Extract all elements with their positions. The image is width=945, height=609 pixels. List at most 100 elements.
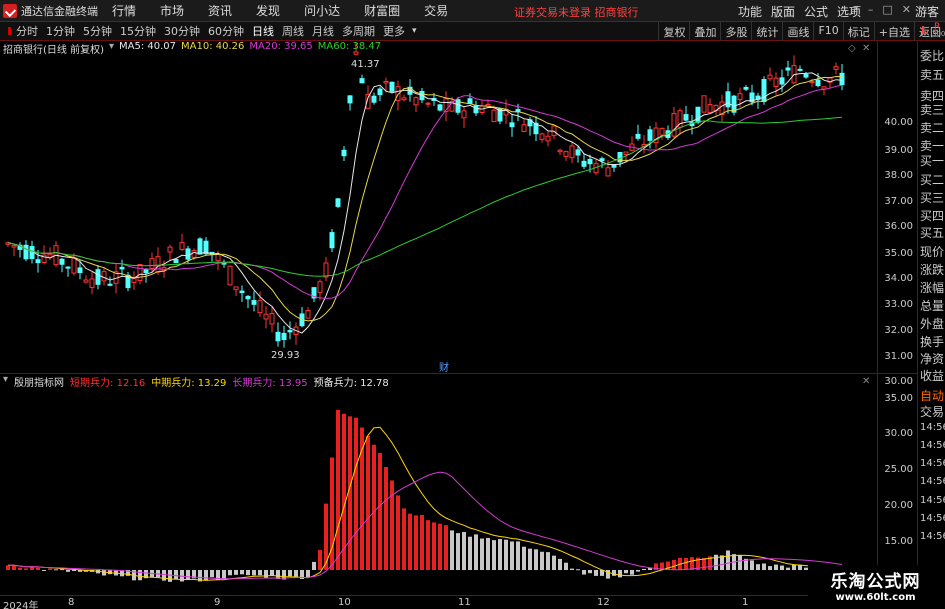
period-tab[interactable]: 周线 [281,23,305,39]
menu-item-discover[interactable]: 发现 [256,2,280,19]
chevron-down-icon[interactable]: ▾ [412,26,417,36]
side-panel-item[interactable]: 收益 [920,367,944,384]
kline-chart-panel[interactable]: 招商银行(日线 前复权) ▾ MA5: 40.07 MA10: 40.26 MA… [0,41,877,374]
side-panel-item[interactable]: 买四 [920,207,944,224]
candle [83,275,89,283]
side-panel-item[interactable]: 14:56 [920,440,945,451]
multi-stock-button[interactable]: 多股 [720,22,751,41]
side-panel-item[interactable]: 买三 [920,189,944,206]
side-panel-item[interactable]: 买一 [920,152,944,169]
period-tab[interactable]: 15分钟 [119,23,157,39]
side-panel-item[interactable]: 买二 [920,171,944,188]
side-panel-item[interactable]: 买五 [920,224,944,241]
period-tab[interactable]: 60分钟 [207,23,245,39]
menu-icon[interactable]: ≡ [850,3,859,16]
candle [341,146,347,162]
draw-line-button[interactable]: 画线 [782,22,813,41]
candle [347,95,353,111]
guest-user[interactable]: 游客 [915,3,939,20]
candle [227,265,233,286]
side-panel-item[interactable]: 卖三 [920,101,944,118]
ma60-label: MA60: 38.47 [317,41,382,52]
period-tab-daily[interactable]: 日线 [251,23,275,39]
candle [749,84,755,106]
candle [725,82,731,114]
force-bar [480,538,484,570]
side-panel-item[interactable]: 净资 [920,350,944,367]
add-watchlist-button[interactable]: +自选 [873,22,914,41]
close-icon[interactable]: ✕ [902,3,911,16]
side-panel-item[interactable]: 涨幅 [920,279,944,296]
candle [581,153,587,169]
side-panel-item[interactable]: 14:56 [920,422,945,433]
side-panel-item[interactable]: 换手 [920,333,944,350]
period-tab[interactable]: 多周期 [341,23,376,39]
minimize-icon[interactable]: – [868,3,874,16]
candle [413,96,419,113]
side-panel-item[interactable]: 14:56 [920,513,945,524]
period-tab[interactable]: 分时 [15,23,39,39]
period-tab[interactable]: 月线 [311,23,335,39]
login-alert[interactable]: 证券交易未登录 招商银行 [514,4,639,20]
force-bar [60,569,64,571]
force-bar [516,541,520,570]
candle [677,108,683,135]
side-panel-item[interactable]: 14:56 [920,495,945,506]
side-panel-item[interactable]: 现价 [920,243,944,260]
candle [239,285,245,302]
reserve-force-label: 预备兵力: 12.78 [313,378,389,389]
chevron-down-icon[interactable]: ▾ [3,374,8,389]
force-bar [612,570,616,576]
candle [785,60,791,77]
side-panel-item[interactable]: 卖二 [920,119,944,136]
menu-item-news[interactable]: 资讯 [208,2,232,19]
kline-chart[interactable] [0,41,877,373]
side-panel-item[interactable]: 自动 [920,387,944,404]
period-tab-more[interactable]: 更多 [382,23,406,39]
candle [305,307,311,319]
close-icon[interactable]: ✕ [862,43,870,54]
maximize-icon[interactable]: □ [882,3,892,16]
adjust-button[interactable]: 复权 [658,22,689,41]
chevron-down-icon[interactable]: ▾ [109,41,114,56]
side-panel-item[interactable]: 14:56 [920,458,945,469]
chart-title: 招商银行(日线 前复权) [3,45,104,56]
force-bar [432,522,436,570]
period-tab[interactable]: 30分钟 [163,23,201,39]
side-panel-item[interactable]: 交易 [920,403,944,420]
side-panel-item[interactable]: 总量 [920,297,944,314]
force-bar [756,564,760,570]
side-panel-item[interactable]: 委比 [920,47,944,64]
badge-l[interactable]: L [921,24,928,37]
menu-item-trade[interactable]: 交易 [424,2,448,19]
side-panel-item[interactable]: 卖五 [920,66,944,83]
candle [611,164,617,172]
side-panel-item[interactable]: 14:56 [920,476,945,487]
period-tab[interactable]: 1分钟 [45,23,76,39]
close-icon[interactable]: ✕ [862,376,870,387]
force-bar [318,550,322,570]
menu-item-market[interactable]: 市场 [160,2,184,19]
indicator-panel[interactable]: ▾ 殷朋指标网 短期兵力: 12.16 中期兵力: 13.29 长期兵力: 13… [0,374,877,595]
menu-item-wealth[interactable]: 财富圈 [364,2,400,19]
menu-item-ask[interactable]: 问小达 [304,2,340,19]
stats-button[interactable]: 统计 [751,22,782,41]
f10-button[interactable]: F10 [813,22,842,41]
diamond-icon[interactable]: ◇ [848,43,856,54]
period-tab[interactable]: 5分钟 [82,23,113,39]
menu-formula[interactable]: 公式 [804,3,828,20]
side-panel-item[interactable]: 14:56 [920,531,945,542]
overlay-button[interactable]: 叠加 [689,22,720,41]
menu-item-quotes[interactable]: 行情 [112,2,136,19]
date-tick: 12 [597,597,610,608]
candle [233,286,239,296]
menu-function[interactable]: 功能 [738,3,762,20]
price-tick: 36.00 [884,221,913,232]
force-bar [486,537,490,570]
side-panel-item[interactable]: 外盘 [920,315,944,332]
indicator-chart[interactable] [0,374,877,595]
mark-button[interactable]: 标记 [842,22,874,41]
menu-layout[interactable]: 版面 [771,3,795,20]
finance-event-marker[interactable]: 财 [439,359,449,374]
side-panel-item[interactable]: 涨跌 [920,261,944,278]
